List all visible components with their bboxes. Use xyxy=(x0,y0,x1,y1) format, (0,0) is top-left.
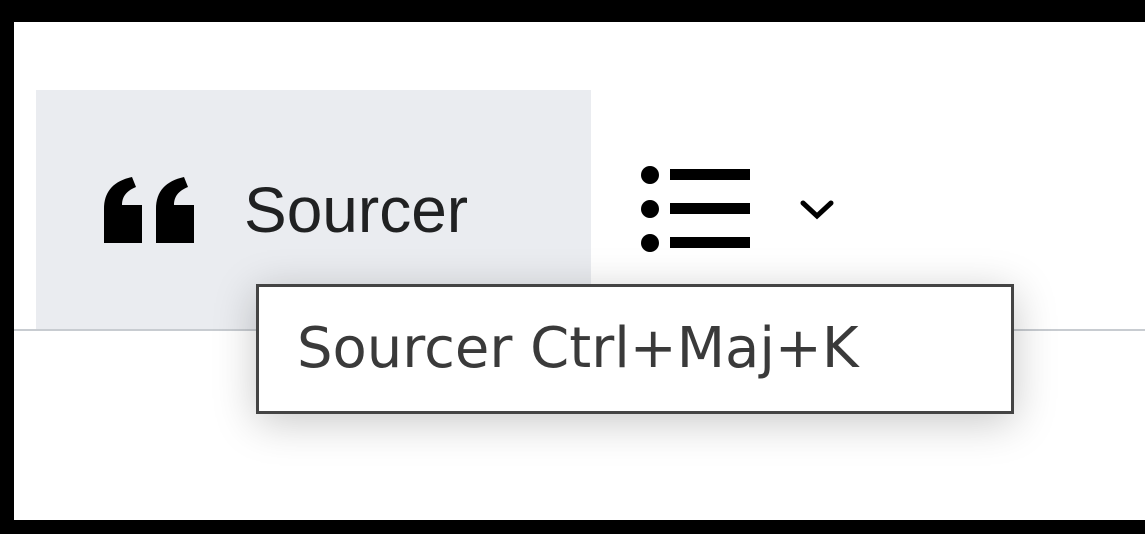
list-dropdown-button[interactable] xyxy=(640,160,880,260)
chevron-down-icon xyxy=(800,200,834,220)
cite-button-label: Sourcer xyxy=(244,174,469,246)
bullet-list-icon xyxy=(641,166,750,252)
tooltip: Sourcer Ctrl+Maj+K xyxy=(256,284,1014,414)
editor-canvas: Sourcer Sourcer Ctrl+Maj+K xyxy=(14,22,1145,520)
quote-icon xyxy=(102,175,198,245)
screenshot-frame: Sourcer Sourcer Ctrl+Maj+K xyxy=(0,0,1145,534)
tooltip-text: Sourcer Ctrl+Maj+K xyxy=(297,316,859,381)
